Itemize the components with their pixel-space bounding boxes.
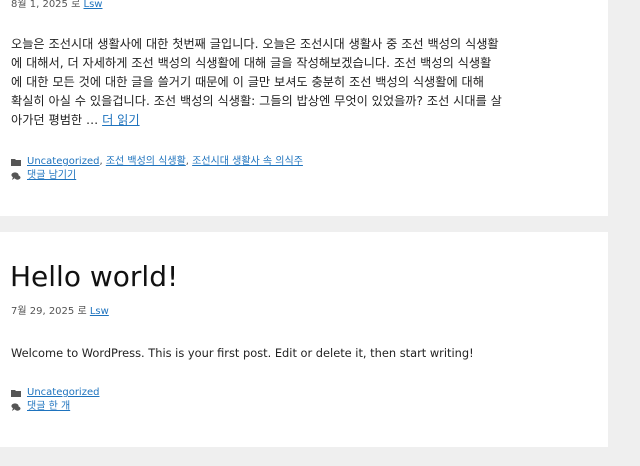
author-link[interactable]: Lsw [90, 306, 109, 317]
post-footer: Uncategorized 댓글 한 개 [11, 386, 99, 414]
read-more-link[interactable]: 더 읽기 [102, 113, 140, 127]
excerpt-line: 확실히 아실 수 있을겁니다. 조선 백성의 식생활: 그들의 밥상엔 무엇이 … [11, 94, 502, 108]
excerpt-line: 오늘은 조선시대 생활사에 대한 첫번째 글입니다. 오늘은 조선시대 생활사 … [11, 37, 499, 51]
post-by: 로 [77, 306, 87, 317]
folder-icon [11, 159, 21, 166]
post-date[interactable]: 7월 29, 2025 [11, 306, 74, 317]
comment-link[interactable]: 댓글 남기기 [27, 169, 76, 183]
excerpt-line: 에 대해서, 더 자세하게 조선 백성의 식생활에 대해 글을 작성해보겠습니다… [11, 56, 492, 70]
folder-icon [11, 390, 21, 397]
post-meta: 8월 1, 2025 로 Lsw [11, 0, 102, 10]
comment-icon [11, 403, 21, 411]
post-footer: Uncategorized, 조선 백성의 식생활, 조선시대 생활사 속 의식… [11, 155, 303, 183]
post-body: Welcome to WordPress. This is your first… [11, 346, 474, 360]
category-row: Uncategorized [11, 386, 99, 400]
category-link[interactable]: Uncategorized [27, 155, 99, 169]
category-link[interactable]: 조선 백성의 식생활 [106, 155, 186, 169]
excerpt-line: 아가던 평범한 … [11, 113, 99, 127]
category-link[interactable]: Uncategorized [27, 386, 99, 400]
post-by: 로 [71, 0, 81, 10]
comment-link[interactable]: 댓글 한 개 [27, 400, 70, 414]
category-link[interactable]: 조선시대 생활사 속 의식주 [192, 155, 303, 169]
post-meta: 7월 29, 2025 로 Lsw [11, 302, 109, 317]
category-row: Uncategorized, 조선 백성의 식생활, 조선시대 생활사 속 의식… [11, 155, 303, 169]
post-card: 8월 1, 2025 로 Lsw 오늘은 조선시대 생활사에 대한 첫번째 글입… [0, 0, 608, 216]
author-link[interactable]: Lsw [84, 0, 103, 10]
comment-row: 댓글 남기기 [11, 169, 303, 183]
post-date[interactable]: 8월 1, 2025 [11, 0, 68, 10]
post-excerpt: 오늘은 조선시대 생활사에 대한 첫번째 글입니다. 오늘은 조선시대 생활사 … [11, 35, 591, 130]
post-card: Hello world! 7월 29, 2025 로 Lsw Welcome t… [0, 232, 608, 447]
excerpt-line: 에 대한 모든 것에 대한 글을 쓸거기 때문에 이 글만 보셔도 충분히 조선… [11, 75, 484, 89]
comment-icon [11, 172, 21, 180]
excerpt-line-last: 아가던 평범한 … 더 읽기 [11, 111, 591, 130]
comment-row: 댓글 한 개 [11, 400, 99, 414]
post-title[interactable]: Hello world! [10, 260, 178, 293]
